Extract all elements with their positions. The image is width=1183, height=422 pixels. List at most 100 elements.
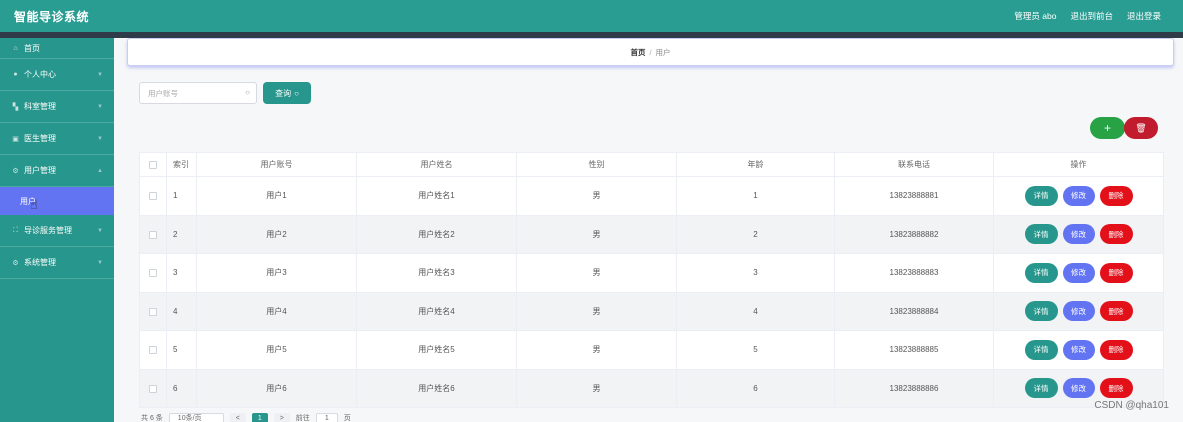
cell-age: 2 xyxy=(676,214,835,254)
row-checkbox[interactable] xyxy=(149,192,157,201)
delete-button[interactable]: 删除 xyxy=(1099,185,1133,206)
user-icon: ● xyxy=(13,71,18,78)
edit-button[interactable]: 修改 xyxy=(1062,378,1095,399)
top-header: 智能导诊系统 管理员 abo 退出到前台 退出登录 xyxy=(0,0,1183,32)
page-number-current[interactable]: 1 xyxy=(251,412,268,422)
watermark: CSDN @qha101 xyxy=(1094,400,1169,411)
sidebar-subitem-user[interactable]: 用户 ☝ xyxy=(0,187,114,215)
cell-index: 6 xyxy=(166,368,197,408)
sidebar-item-label: 个人中心 xyxy=(24,70,56,79)
edit-button[interactable]: 修改 xyxy=(1062,224,1095,245)
goto-page-input[interactable]: 1 xyxy=(315,412,338,422)
add-button[interactable]: + xyxy=(1090,117,1125,139)
table-row: 5 用户5 用户姓名5 男 5 13823888885 详情 修改 删除 xyxy=(139,330,1164,370)
page-unit-label: 页 xyxy=(343,415,351,422)
breadcrumb-home[interactable]: 首页 xyxy=(630,47,645,58)
sidebar-item-system[interactable]: ⚙ 系统管理 ▼ xyxy=(0,247,114,279)
table-row: 2 用户2 用户姓名2 男 2 13823888882 详情 修改 删除 xyxy=(139,214,1164,254)
flag-icon: ▚ xyxy=(12,103,19,111)
select-all-cell xyxy=(139,152,167,177)
column-header: 用户姓名 xyxy=(356,152,517,177)
row-select-cell xyxy=(139,253,167,293)
cell-actions: 详情 修改 删除 xyxy=(993,214,1164,254)
row-actions: 详情 修改 删除 xyxy=(994,262,1163,283)
table-header-row: 索引 用户账号 用户姓名 性别 年龄 联系电话 操作 xyxy=(139,152,1164,177)
row-checkbox[interactable] xyxy=(149,307,157,316)
sidebar-item-home[interactable]: ⌂ 首页 xyxy=(0,38,114,59)
sidebar-item-doctor[interactable]: ▣ 医生管理 ▼ xyxy=(0,123,114,155)
cell-account: 用户4 xyxy=(196,291,357,331)
cell-gender: 男 xyxy=(516,368,677,408)
pagination: 共 6 条 10条/页 < 1 > 前往 1 页 xyxy=(141,412,351,422)
search-icon: ○ xyxy=(245,88,250,97)
edit-button[interactable]: 修改 xyxy=(1062,185,1095,206)
chevron-down-icon: ▼ xyxy=(97,259,103,266)
cell-gender: 男 xyxy=(516,291,677,331)
row-select-cell xyxy=(139,330,167,370)
query-button[interactable]: 查询 ○ xyxy=(263,82,311,104)
column-header: 操作 xyxy=(993,152,1164,177)
edit-button[interactable]: 修改 xyxy=(1062,262,1095,283)
search-input[interactable]: 用户账号 ○ xyxy=(139,82,257,104)
row-select-cell xyxy=(139,176,167,216)
breadcrumb-separator: / xyxy=(649,47,652,57)
page-size-select[interactable]: 10条/页 xyxy=(168,412,224,422)
search-icon: ○ xyxy=(294,88,299,98)
detail-button[interactable]: 详情 xyxy=(1024,301,1058,322)
row-checkbox[interactable] xyxy=(149,384,157,393)
row-actions: 详情 修改 删除 xyxy=(994,378,1163,399)
batch-delete-button[interactable]: 🗑 xyxy=(1124,117,1158,139)
column-header: 性别 xyxy=(516,152,677,177)
row-actions: 详情 修改 删除 xyxy=(994,301,1163,322)
select-all-checkbox[interactable] xyxy=(149,160,157,169)
delete-button[interactable]: 删除 xyxy=(1099,378,1133,399)
detail-button[interactable]: 详情 xyxy=(1024,378,1058,399)
edit-button[interactable]: 修改 xyxy=(1062,301,1095,322)
delete-button[interactable]: 删除 xyxy=(1099,262,1133,283)
sidebar-item-guide-service[interactable]: ⛶ 导诊服务管理 ▼ xyxy=(0,215,114,247)
row-actions: 详情 修改 删除 xyxy=(994,224,1163,245)
cell-actions: 详情 修改 删除 xyxy=(993,330,1164,370)
cell-gender: 男 xyxy=(516,176,677,216)
table-row: 1 用户1 用户姓名1 男 1 13823888881 详情 修改 删除 xyxy=(139,176,1164,216)
cell-account: 用户6 xyxy=(196,368,357,408)
detail-button[interactable]: 详情 xyxy=(1024,185,1058,206)
cell-actions: 详情 修改 删除 xyxy=(993,253,1164,293)
prev-page-button[interactable]: < xyxy=(229,412,246,422)
row-checkbox[interactable] xyxy=(149,269,157,278)
row-select-cell xyxy=(139,214,167,254)
detail-button[interactable]: 详情 xyxy=(1024,224,1058,245)
sidebar-item-user-management[interactable]: ⚙ 用户管理 ▲ xyxy=(0,155,114,187)
cell-phone: 13823888884 xyxy=(834,291,994,331)
table-row: 4 用户4 用户姓名4 男 4 13823888884 详情 修改 删除 xyxy=(139,291,1164,331)
logout-link[interactable]: 退出登录 xyxy=(1127,10,1161,22)
delete-button[interactable]: 删除 xyxy=(1099,339,1133,360)
delete-button[interactable]: 删除 xyxy=(1099,224,1133,245)
delete-button[interactable]: 删除 xyxy=(1099,301,1133,322)
row-checkbox[interactable] xyxy=(149,230,157,239)
column-header: 索引 xyxy=(166,152,197,177)
sidebar-item-personal-center[interactable]: ● 个人中心 ▼ xyxy=(0,59,114,91)
hand-cursor-icon: ☝ xyxy=(30,197,38,212)
cell-phone: 13823888883 xyxy=(834,253,994,293)
cell-gender: 男 xyxy=(516,253,677,293)
row-checkbox[interactable] xyxy=(149,346,157,355)
exit-to-front-link[interactable]: 退出到前台 xyxy=(1070,10,1113,22)
next-page-button[interactable]: > xyxy=(273,412,290,422)
search-placeholder: 用户账号 xyxy=(148,88,178,98)
header-actions: 管理员 abo 退出到前台 退出登录 xyxy=(1014,10,1161,22)
detail-button[interactable]: 详情 xyxy=(1024,262,1058,283)
cell-account: 用户3 xyxy=(196,253,357,293)
chevron-down-icon: ▼ xyxy=(97,103,103,110)
table-row: 6 用户6 用户姓名6 男 6 13823888886 详情 修改 删除 xyxy=(139,368,1164,408)
row-actions: 详情 修改 删除 xyxy=(994,339,1163,360)
sidebar-item-department[interactable]: ▚ 科室管理 ▼ xyxy=(0,91,114,123)
cell-account: 用户2 xyxy=(196,214,357,254)
edit-button[interactable]: 修改 xyxy=(1062,339,1095,360)
system-icon: ⚙ xyxy=(12,259,19,267)
plus-icon: + xyxy=(1103,121,1111,135)
cell-phone: 13823888882 xyxy=(834,214,994,254)
detail-button[interactable]: 详情 xyxy=(1024,339,1058,360)
cell-name: 用户姓名1 xyxy=(356,176,517,216)
row-select-cell xyxy=(139,368,167,408)
